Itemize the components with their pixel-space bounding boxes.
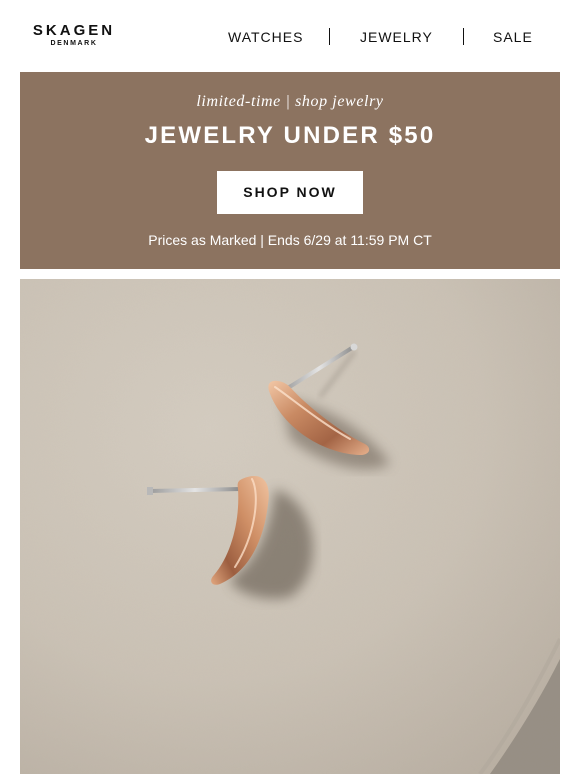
promo-headline: JEWELRY UNDER $50 xyxy=(144,122,436,149)
earrings-illustration xyxy=(20,279,560,774)
nav-jewelry[interactable]: JEWELRY xyxy=(360,27,433,47)
promo-terms: Prices as Marked | Ends 6/29 at 11:59 PM… xyxy=(148,232,432,248)
nav-watches[interactable]: WATCHES xyxy=(228,27,303,47)
hero-product-image[interactable] xyxy=(20,279,560,774)
promo-banner: limited-time | shop jewelry JEWELRY UNDE… xyxy=(20,72,560,269)
nav-divider xyxy=(329,28,330,45)
nav-divider xyxy=(463,28,464,45)
logo-subtitle: DENMARK xyxy=(50,40,98,47)
email-header: SKAGEN DENMARK WATCHES JEWELRY SALE xyxy=(0,0,580,72)
nav-sale[interactable]: SALE xyxy=(493,27,533,47)
shop-now-button[interactable]: SHOP NOW xyxy=(217,171,363,214)
promo-eyebrow: limited-time | shop jewelry xyxy=(196,93,384,110)
logo-wordmark: SKAGEN xyxy=(32,22,116,39)
skagen-logo[interactable]: SKAGEN DENMARK xyxy=(32,23,116,48)
